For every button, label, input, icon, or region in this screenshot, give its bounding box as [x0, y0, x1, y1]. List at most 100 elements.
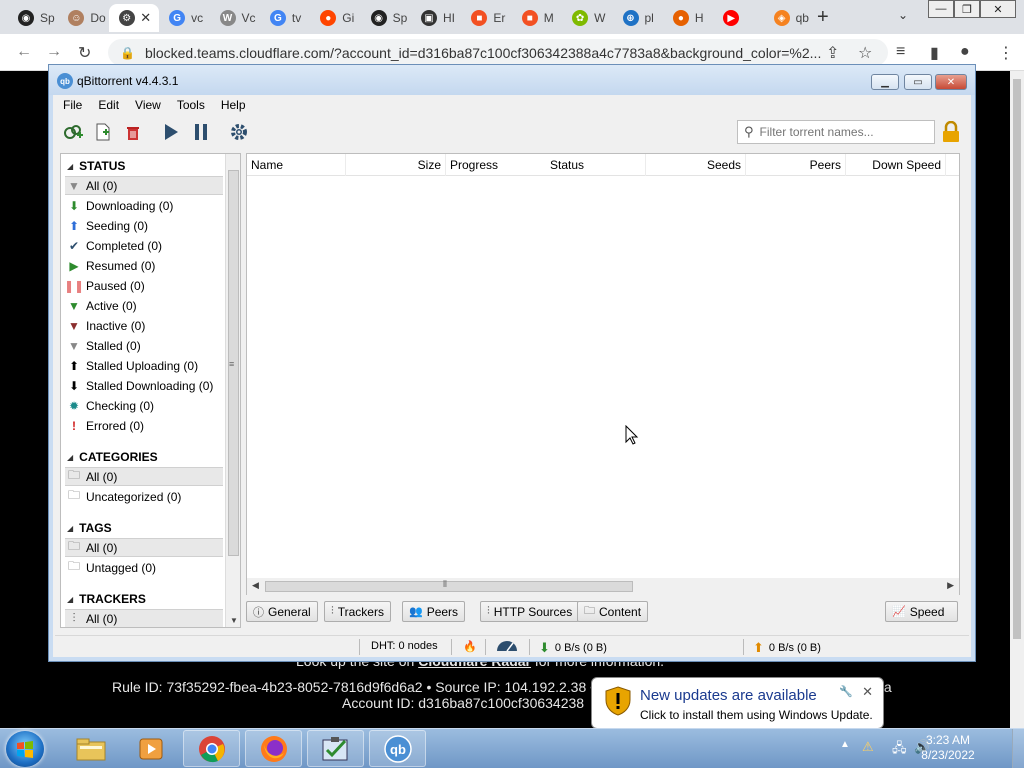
- browser-tab[interactable]: ■ Er: [461, 4, 511, 32]
- filter-box[interactable]: ⚲: [737, 120, 935, 144]
- menu-edit[interactable]: Edit: [90, 98, 127, 112]
- tag-untagged[interactable]: 🗀 Untagged (0): [65, 558, 223, 577]
- tracker-all[interactable]: ⫶ All (0): [65, 609, 223, 627]
- maximize-button[interactable]: ❐: [954, 0, 980, 18]
- menu-view[interactable]: View: [127, 98, 169, 112]
- browser-tab[interactable]: ✿ W: [562, 4, 612, 32]
- qb-maximize-button[interactable]: ▭: [904, 74, 932, 90]
- download-speed[interactable]: ⬇ 0 B/s (0 B): [539, 640, 607, 656]
- notification-close-icon[interactable]: ✕: [862, 684, 873, 700]
- taskbar-clock[interactable]: 3:23 AM 8/23/2022: [918, 733, 978, 763]
- menu-kebab-icon[interactable]: ⋮: [998, 43, 1014, 63]
- profile-avatar-icon[interactable]: ●: [960, 43, 970, 61]
- upload-speed[interactable]: ⬆ 0 B/s (0 B): [753, 640, 821, 656]
- reload-icon[interactable]: ↻: [78, 43, 91, 63]
- status-paused[interactable]: ❚❚ Paused (0): [64, 276, 223, 295]
- tab-search-button[interactable]: ⌄: [898, 8, 908, 22]
- transfer-list-hscrollbar[interactable]: ◀ ⦀ ▶: [247, 578, 959, 595]
- status-stalled[interactable]: ▼ Stalled (0): [65, 336, 223, 355]
- status-inactive[interactable]: ▼ Inactive (0): [65, 316, 223, 335]
- resume-icon[interactable]: [161, 123, 181, 141]
- browser-tab[interactable]: Gvc: [159, 4, 209, 32]
- lock-ui-icon[interactable]: [941, 120, 961, 143]
- options-gear-icon[interactable]: [229, 123, 249, 141]
- menu-tools[interactable]: Tools: [169, 98, 213, 112]
- browser-tab[interactable]: ■ M: [512, 4, 562, 32]
- menu-help[interactable]: Help: [213, 98, 254, 112]
- browser-tab[interactable]: ☺ Do: [58, 4, 108, 32]
- tab-trackers[interactable]: ⫶ Trackers: [324, 601, 391, 622]
- side-panel-icon[interactable]: ▮: [930, 43, 939, 63]
- browser-tab[interactable]: ▣ HI: [411, 4, 461, 32]
- pause-icon[interactable]: [191, 123, 211, 141]
- column-progress[interactable]: Progress: [446, 154, 546, 176]
- bookmark-star-icon[interactable]: ☆: [858, 43, 872, 63]
- add-torrent-file-icon[interactable]: [93, 123, 113, 141]
- column-seeds[interactable]: Seeds: [646, 154, 746, 176]
- menu-file[interactable]: File: [55, 98, 90, 112]
- column-peers[interactable]: Peers: [746, 154, 846, 176]
- windows-update-tray-icon[interactable]: ⚠: [862, 739, 874, 755]
- status-stalled-uploading[interactable]: ⬆ Stalled Uploading (0): [65, 356, 223, 375]
- taskbar-media-player[interactable]: [122, 730, 179, 767]
- browser-tab[interactable]: ◈ qb: [764, 4, 814, 32]
- filter-torrent-input[interactable]: [759, 125, 930, 139]
- tab-http-sources[interactable]: ⫶ HTTP Sources: [480, 601, 580, 622]
- status-errored[interactable]: ! Errored (0): [65, 416, 223, 435]
- back-icon[interactable]: ←: [16, 43, 32, 61]
- categories-section-header[interactable]: ◢ CATEGORIES: [67, 449, 158, 465]
- connection-status-icon[interactable]: 🔥: [463, 640, 477, 653]
- address-bar[interactable]: 🔒 blocked.teams.cloudflare.com/?account_…: [108, 39, 888, 66]
- column-size[interactable]: Size: [346, 154, 446, 176]
- settings-wrench-icon[interactable]: 🔧: [839, 685, 853, 698]
- status-seeding[interactable]: ⬆ Seeding (0): [65, 216, 223, 235]
- tab-speed[interactable]: 📈 Speed: [885, 601, 958, 622]
- tags-section-header[interactable]: ◢ TAGS: [67, 520, 112, 536]
- tray-expand-icon[interactable]: ▲: [840, 739, 850, 750]
- column-down-speed[interactable]: Down Speed: [846, 154, 946, 176]
- tab-content[interactable]: 🗀 Content: [577, 601, 649, 622]
- tab-general[interactable]: ⓘ General: [246, 601, 318, 622]
- minimize-button[interactable]: —: [928, 0, 954, 18]
- start-button[interactable]: [6, 731, 44, 767]
- taskbar-firefox[interactable]: [245, 730, 302, 767]
- show-desktop-button[interactable]: [1012, 729, 1024, 768]
- tab-close-icon[interactable]: ✕: [140, 10, 151, 26]
- tab-peers[interactable]: 👥 Peers: [402, 601, 466, 622]
- status-downloading[interactable]: ⬇ Downloading (0): [65, 196, 223, 215]
- network-icon[interactable]: 🖧: [892, 739, 907, 761]
- browser-tab[interactable]: Gtv: [260, 4, 310, 32]
- browser-tab[interactable]: ◉ Sp: [361, 4, 411, 32]
- status-checking[interactable]: ✹ Checking (0): [65, 396, 223, 415]
- taskbar-explorer[interactable]: [62, 730, 119, 767]
- windows-update-notification[interactable]: New updates are available Click to insta…: [591, 677, 884, 742]
- status-resumed[interactable]: ▶ Resumed (0): [65, 256, 223, 275]
- qb-close-button[interactable]: ✕: [935, 74, 967, 90]
- status-active[interactable]: ▼ Active (0): [65, 296, 223, 315]
- browser-tab[interactable]: ● H: [663, 4, 713, 32]
- browser-tab[interactable]: ▶: [713, 4, 763, 32]
- status-stalled-downloading[interactable]: ⬇ Stalled Downloading (0): [65, 376, 223, 395]
- browser-tab[interactable]: ◉ Sp: [8, 4, 58, 32]
- browser-tab[interactable]: W Vc: [210, 4, 260, 32]
- category-all[interactable]: 🗀 All (0): [65, 467, 223, 486]
- browser-tab[interactable]: ● Gi: [310, 4, 360, 32]
- delete-torrent-icon[interactable]: [123, 123, 143, 141]
- column-name[interactable]: Name: [247, 154, 346, 176]
- trackers-section-header[interactable]: ◢ TRACKERS: [67, 591, 146, 607]
- taskbar-app-checklist[interactable]: [307, 730, 364, 767]
- forward-icon[interactable]: →: [46, 43, 62, 61]
- taskbar-chrome[interactable]: [183, 730, 240, 767]
- share-icon[interactable]: ⇪: [826, 43, 839, 63]
- qb-minimize-button[interactable]: ▁: [871, 74, 899, 90]
- status-completed[interactable]: ✔ Completed (0): [65, 236, 223, 255]
- column-status[interactable]: Status: [546, 154, 646, 176]
- browser-tab[interactable]: ⊕ pl: [613, 4, 663, 32]
- reading-list-icon[interactable]: ≡: [896, 43, 905, 61]
- alt-speed-icon[interactable]: [495, 640, 519, 652]
- add-torrent-link-icon[interactable]: [63, 123, 83, 141]
- status-all[interactable]: ▼ All (0): [65, 176, 223, 195]
- close-button[interactable]: ✕: [980, 0, 1016, 18]
- status-section-header[interactable]: ◢ STATUS: [67, 158, 125, 174]
- browser-tab[interactable]: ⚙ ✕: [108, 4, 160, 32]
